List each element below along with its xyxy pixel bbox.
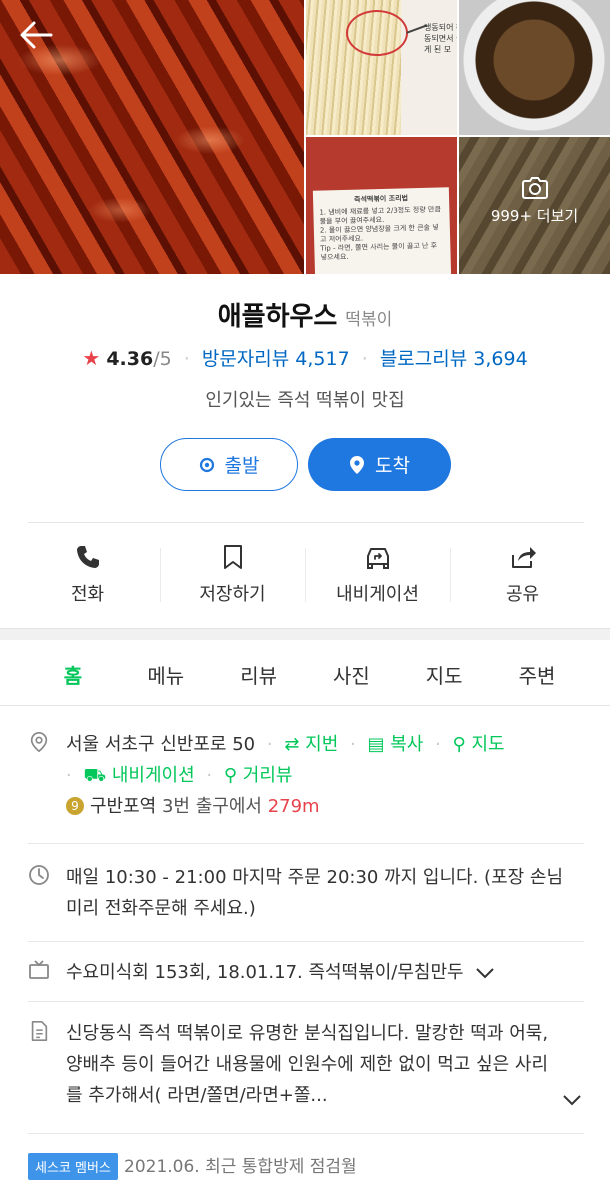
divider: ·	[350, 734, 356, 755]
map-pin-small-icon: ⚲	[452, 734, 466, 755]
street-view-label: 거리뷰	[242, 765, 293, 786]
phone-icon	[76, 546, 99, 568]
chevron-down-icon[interactable]	[475, 967, 495, 979]
recipe-title: 즉석떡볶이 조리법	[354, 194, 409, 204]
tab-review[interactable]: 리뷰	[229, 640, 289, 705]
swap-icon: ⇄	[284, 734, 300, 755]
chevron-down-icon[interactable]	[562, 1094, 582, 1106]
place-tagline: 인기있는 즉석 떡볶이 맛집	[205, 390, 405, 411]
copy-label: 복사	[390, 734, 424, 755]
hours-row: 매일 10:30 - 21:00 마지막 주문 20:30 까지 입니다. (포…	[28, 862, 584, 930]
navigation-link-label: 내비게이션	[111, 765, 195, 786]
divider: ·	[206, 765, 213, 786]
divider	[28, 941, 584, 942]
arrive-button[interactable]: 도착	[308, 438, 451, 491]
subway-exit: 3번 출구에서	[161, 796, 262, 817]
map-label: 지도	[471, 734, 505, 755]
copy-button[interactable]: ▤ 복사	[367, 734, 423, 755]
rating-score: 4.36	[106, 348, 154, 370]
tab-bar: 홈 메뉴 리뷰 사진 지도 주변	[0, 640, 610, 706]
save-button[interactable]: 저장하기	[160, 542, 305, 612]
map-link[interactable]: ⚲ 지도	[453, 734, 505, 755]
tab-nearby[interactable]: 주변	[507, 640, 567, 705]
subway-line-badge: 9	[66, 797, 84, 815]
photo-thumbnail-dish[interactable]	[459, 0, 610, 135]
camera-icon	[521, 177, 548, 199]
address-row: 서울 서초구 신반포로 50 · ⇄ 지번 · ▤ 복사 · ⚲ 지도 · ⛟ …	[28, 729, 584, 833]
car-navigation-icon	[366, 548, 389, 569]
divider: ·	[66, 765, 72, 786]
map-pin-icon	[350, 455, 365, 474]
document-icon	[31, 1021, 48, 1041]
rating-row: ★ 4.36/5 · 방문자리뷰 4,517 · 블로그리뷰 3,694	[0, 344, 610, 371]
share-icon	[511, 547, 536, 568]
highlight-circle	[346, 10, 408, 56]
origin-dot-icon	[199, 457, 214, 472]
arrive-label: 도착	[375, 455, 410, 477]
back-button[interactable]	[18, 18, 54, 52]
tab-map[interactable]: 지도	[414, 640, 474, 705]
tv-icon	[29, 960, 49, 979]
divider: ·	[266, 734, 273, 755]
divider	[28, 522, 584, 523]
tab-home[interactable]: 홈	[43, 640, 103, 705]
description-text: 신당동식 즉석 떡볶이로 유명한 분식집입니다. 말캉한 떡과 어묵, 양배추 …	[66, 1023, 549, 1106]
photo-thumbnail-recipe[interactable]: 즉석떡볶이 조리법 1. 냄비에 재료를 넣고 2/3정도 정량 만큼 물을 부…	[306, 137, 457, 274]
visitor-review-link[interactable]: 방문자리뷰 4,517	[202, 348, 350, 370]
rating-max: /5	[153, 348, 172, 370]
call-button[interactable]: 전화	[15, 542, 160, 612]
description-row: 신당동식 즉석 떡볶이로 유명한 분식집입니다. 말캉한 떡과 어묵, 양배추 …	[28, 1018, 584, 1118]
subway-distance: 279m	[267, 796, 320, 817]
street-view-link[interactable]: ⚲ 거리뷰	[224, 765, 293, 786]
depart-button[interactable]: 출발	[160, 438, 298, 491]
back-arrow-icon	[20, 21, 53, 49]
noodle-note: 냉동되어 해동되면서 붙게 된 모	[424, 23, 457, 54]
action-bar: 전화 저장하기 내비게이션 공유	[15, 542, 595, 612]
save-label: 저장하기	[199, 584, 266, 605]
more-photos-button[interactable]: 999+ 더보기	[459, 137, 610, 274]
section-gap	[0, 628, 610, 640]
divider	[28, 843, 584, 844]
jibun-toggle[interactable]: ⇄ 지번	[284, 734, 338, 755]
cesco-members-badge: 세스코 멤버스	[28, 1153, 118, 1180]
place-name: 애플하우스	[217, 302, 338, 332]
street-view-icon: ⚲	[223, 765, 238, 786]
jibun-label: 지번	[305, 734, 339, 755]
recipe-card: 즉석떡볶이 조리법 1. 냄비에 재료를 넣고 2/3정도 정량 만큼 물을 부…	[312, 187, 452, 274]
car-small-icon: ⛟	[83, 765, 107, 786]
tab-photo[interactable]: 사진	[321, 640, 381, 705]
subway-info: 9 구반포역 3번 출구에서 279m	[66, 791, 584, 822]
more-photos-label: 999+ 더보기	[490, 207, 579, 225]
copy-icon: ▤	[367, 734, 385, 755]
tv-appearance: 수요미식회 153회, 18.01.17. 즉석떡볶이/무침만두	[66, 962, 464, 983]
place-category: 떡볶이	[345, 310, 393, 330]
recipe-line: Tip - 라면, 쫄면 사리는 물이 끓고 난 후 넣으세요.	[320, 241, 438, 262]
divider: ·	[183, 348, 190, 370]
bookmark-icon	[223, 545, 242, 569]
business-hours: 매일 10:30 - 21:00 마지막 주문 20:30 까지 입니다. (포…	[66, 867, 564, 919]
photo-gallery: 냉동되어 해동되면서 붙게 된 모 즉석떡볶이 조리법 1. 냄비에 재료를 넣…	[0, 0, 610, 274]
divider	[28, 1001, 584, 1002]
photo-thumbnail-noodles[interactable]: 냉동되어 해동되면서 붙게 된 모	[306, 0, 457, 135]
clock-icon	[29, 865, 49, 885]
share-button[interactable]: 공유	[450, 542, 595, 612]
divider: ·	[435, 734, 441, 755]
tv-row[interactable]: 수요미식회 153회, 18.01.17. 즉석떡볶이/무침만두	[28, 957, 584, 991]
star-icon: ★	[82, 346, 101, 370]
subway-station: 구반포역	[90, 796, 157, 817]
navigation-label: 내비게이션	[336, 584, 419, 605]
navigation-link[interactable]: ⛟ 내비게이션	[83, 765, 194, 786]
depart-label: 출발	[224, 455, 260, 477]
tab-menu[interactable]: 메뉴	[136, 640, 196, 705]
share-label: 공유	[505, 584, 540, 605]
blog-review-link[interactable]: 블로그리뷰 3,694	[380, 348, 528, 370]
call-label: 전화	[70, 584, 105, 605]
divider: ·	[361, 348, 368, 370]
address-text: 서울 서초구 신반포로 50	[66, 734, 256, 755]
divider	[28, 1133, 584, 1134]
inspection-text: 2021.06. 최근 통합방제 점검월	[124, 1157, 357, 1177]
location-pin-icon	[30, 732, 48, 753]
navigation-button[interactable]: 내비게이션	[305, 542, 450, 612]
